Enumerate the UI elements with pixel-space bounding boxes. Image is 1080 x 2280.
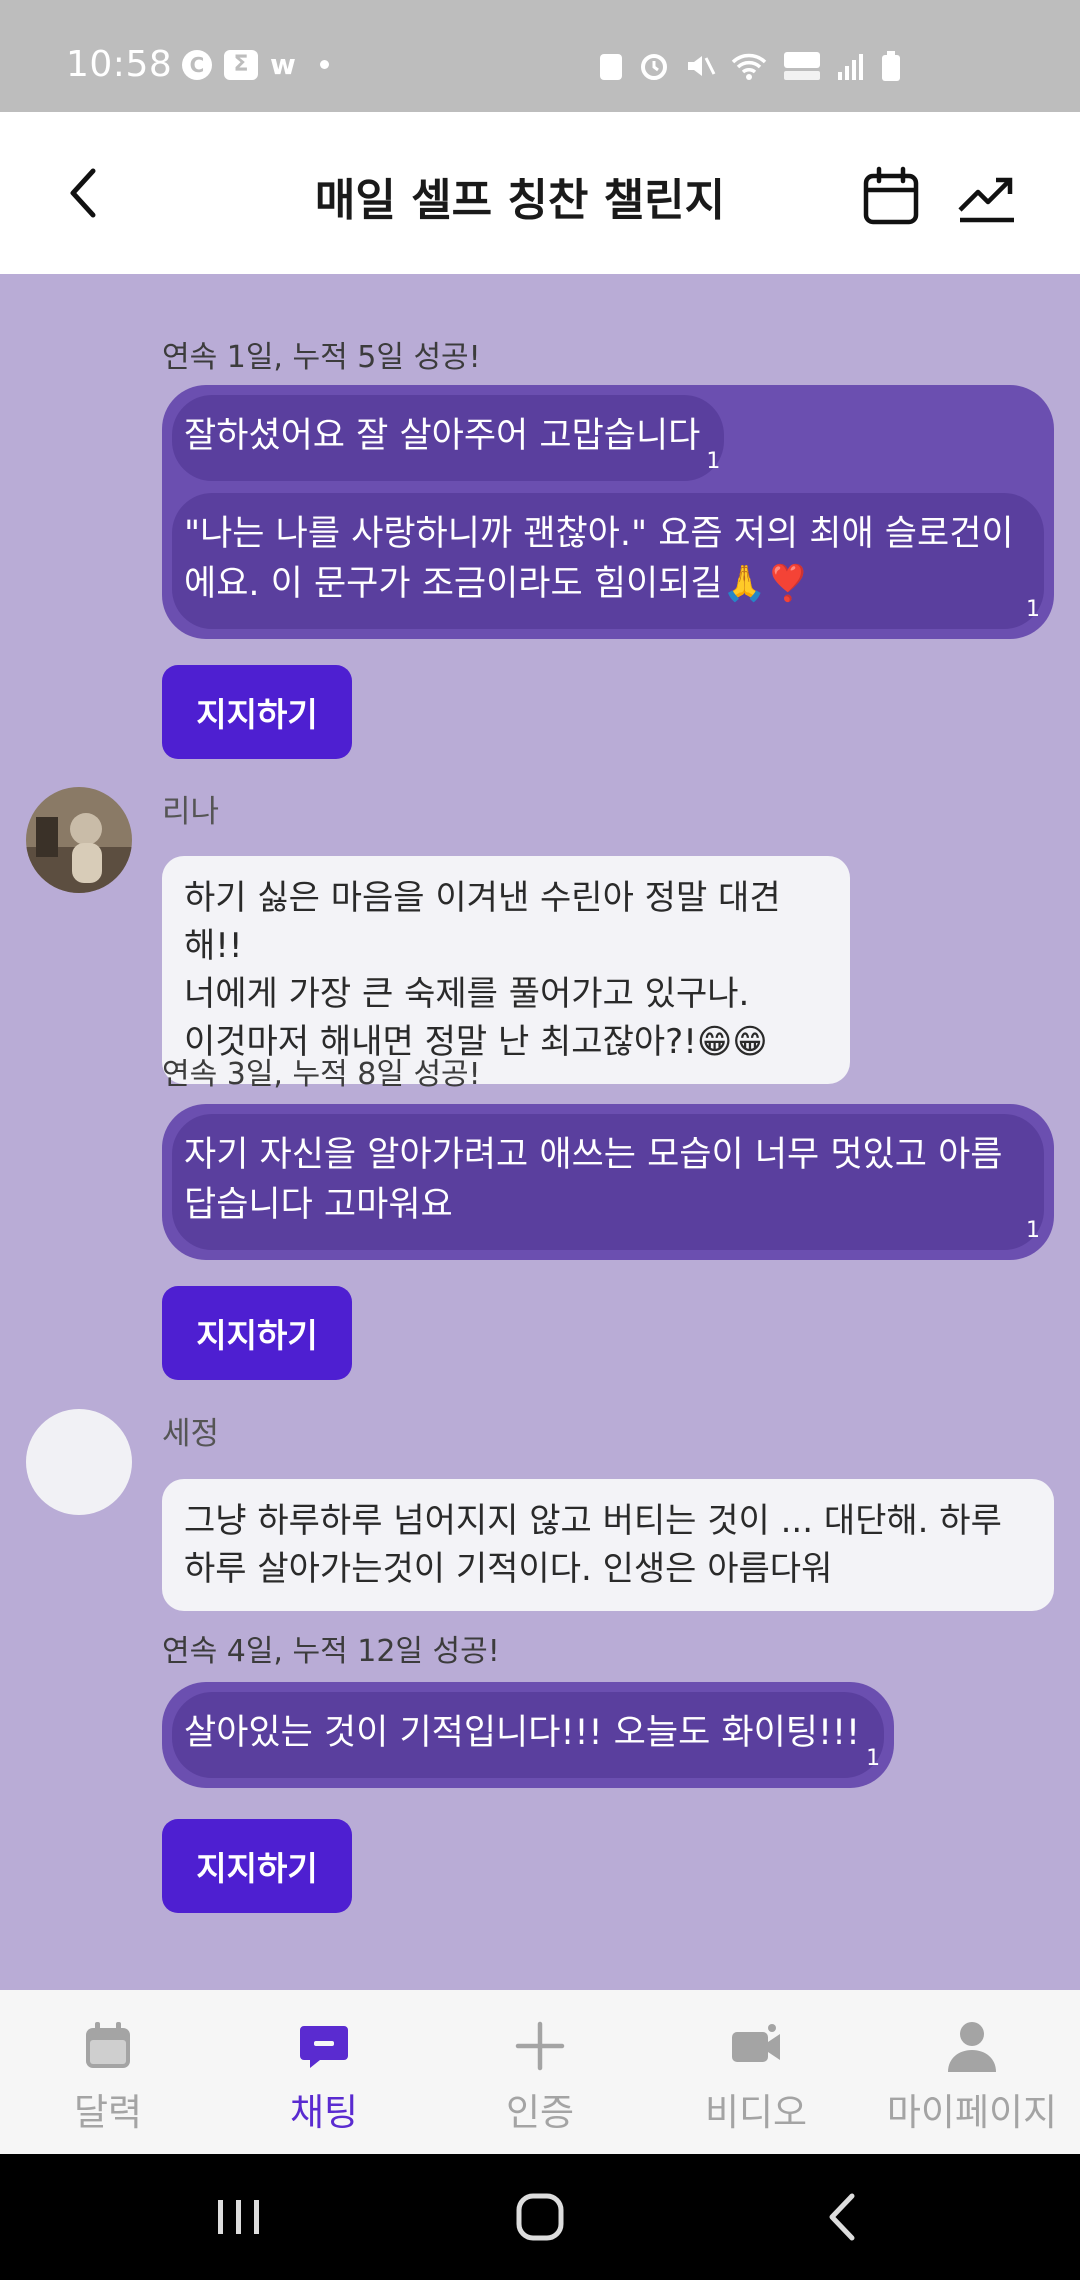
support-button[interactable]: 지지하기	[162, 1286, 352, 1380]
calendar-icon	[86, 2022, 130, 2068]
trend-icon	[958, 177, 1014, 223]
nav-label: 비디오	[704, 2091, 808, 2134]
person-icon	[948, 2022, 996, 2072]
read-count: 1	[1026, 597, 1040, 622]
wifi-icon	[731, 53, 767, 80]
certification-item[interactable]: 잘하셨어요 잘 살아주어 고맙습니다 1	[172, 395, 725, 481]
streak-label: 연속 1일, 누적 5일 성공!	[162, 340, 481, 375]
read-count: 1	[866, 1746, 881, 1771]
avatar[interactable]	[26, 787, 132, 893]
streak-label: 연속 4일, 누적 12일 성공!	[162, 1634, 500, 1669]
calendar-icon	[863, 166, 919, 225]
certification-text: 자기 자신을 알아가려고 애쓰는 모습이 너무 멋있고 아름답습니다 고마워요	[184, 1135, 1003, 1225]
nav-label: 인증	[505, 2091, 575, 2134]
bottom-navigation: 달력 채팅 인증 비디오 마이페이지	[0, 1990, 1080, 2154]
recent-apps-icon	[218, 2200, 259, 2234]
w-icon: w	[270, 48, 296, 81]
battery-icon	[882, 51, 900, 81]
video-icon	[732, 2024, 780, 2062]
streak-label: 연속 3일, 누적 8일 성공!	[162, 1057, 481, 1092]
certification-block: 자기 자신을 알아가려고 애쓰는 모습이 너무 멋있고 아름답습니다 고마워요 …	[162, 1104, 1054, 1260]
statistics-button[interactable]	[954, 164, 1020, 230]
sender-name: 세정	[162, 1416, 220, 1452]
certification-item[interactable]: 살아있는 것이 기적입니다!!! 오늘도 화이팅!!! 1	[172, 1692, 885, 1778]
nav-item-video[interactable]: 비디오	[648, 1990, 864, 2154]
certification-block: 잘하셨어요 잘 살아주어 고맙습니다 1 "나는 나를 사랑하니까 괜찮아." …	[162, 385, 1054, 639]
certification-item[interactable]: "나는 나를 사랑하니까 괜찮아." 요즘 저의 최애 슬로건이에요. 이 문구…	[172, 493, 1044, 629]
status-time: 10:58	[66, 44, 173, 85]
avatar-photo	[26, 787, 132, 893]
support-button[interactable]: 지지하기	[162, 1819, 352, 1913]
nav-label: 채팅	[289, 2091, 359, 2134]
c-circle-icon: C	[182, 49, 212, 80]
certification-item[interactable]: 자기 자신을 알아가려고 애쓰는 모습이 너무 멋있고 아름답습니다 고마워요 …	[172, 1114, 1044, 1250]
nav-label: 마이페이지	[886, 2091, 1058, 2134]
mute-icon	[688, 56, 716, 76]
back-icon	[829, 2193, 855, 2241]
recycle-icon	[600, 54, 622, 80]
nav-item-mypage[interactable]: 마이페이지	[864, 1990, 1080, 2154]
sigma-icon: Σ	[224, 49, 258, 80]
alarm-icon	[641, 54, 667, 80]
app-header: 매일 셀프 칭찬 챌린지	[0, 112, 1080, 274]
nav-item-certify[interactable]: 인증	[432, 1990, 648, 2154]
nav-label: 달력	[73, 2091, 143, 2134]
certification-text: "나는 나를 사랑하니까 괜찮아." 요즘 저의 최애 슬로건이에요. 이 문구…	[184, 514, 1014, 604]
calendar-button[interactable]	[858, 164, 924, 230]
plus-icon	[515, 2021, 565, 2071]
system-navigation-bar	[0, 2154, 1080, 2280]
read-count: 1	[706, 449, 721, 474]
comment-bubble[interactable]: 그냥 하루하루 넘어지지 않고 버티는 것이 ... 대단해. 하루하루 살아가…	[162, 1479, 1054, 1611]
home-icon	[516, 2193, 564, 2241]
recent-apps-button[interactable]	[204, 2182, 274, 2252]
home-button[interactable]	[505, 2182, 575, 2252]
certification-text: 살아있는 것이 기적입니다!!! 오늘도 화이팅!!!	[184, 1713, 861, 1753]
certification-text: 잘하셨어요 잘 살아주어 고맙습니다	[184, 416, 701, 456]
hd-voice-icon	[784, 52, 820, 80]
status-bar: 10:58 C Σ w	[0, 0, 1080, 112]
sender-name: 리나	[162, 794, 220, 830]
signal-icon	[838, 54, 863, 80]
support-button[interactable]: 지지하기	[162, 665, 352, 759]
avatar[interactable]	[26, 1409, 132, 1515]
certification-block: 살아있는 것이 기적입니다!!! 오늘도 화이팅!!! 1	[162, 1682, 895, 1788]
system-back-button[interactable]	[808, 2182, 878, 2252]
dot-icon	[319, 60, 329, 69]
read-count: 1	[1026, 1218, 1040, 1243]
chat-icon	[300, 2026, 348, 2068]
nav-item-chat[interactable]: 채팅	[216, 1990, 432, 2154]
nav-item-calendar[interactable]: 달력	[0, 1990, 216, 2154]
chat-area[interactable]: 연속 1일, 누적 5일 성공! 잘하셨어요 잘 살아주어 고맙습니다 1 "나…	[0, 274, 1080, 1990]
